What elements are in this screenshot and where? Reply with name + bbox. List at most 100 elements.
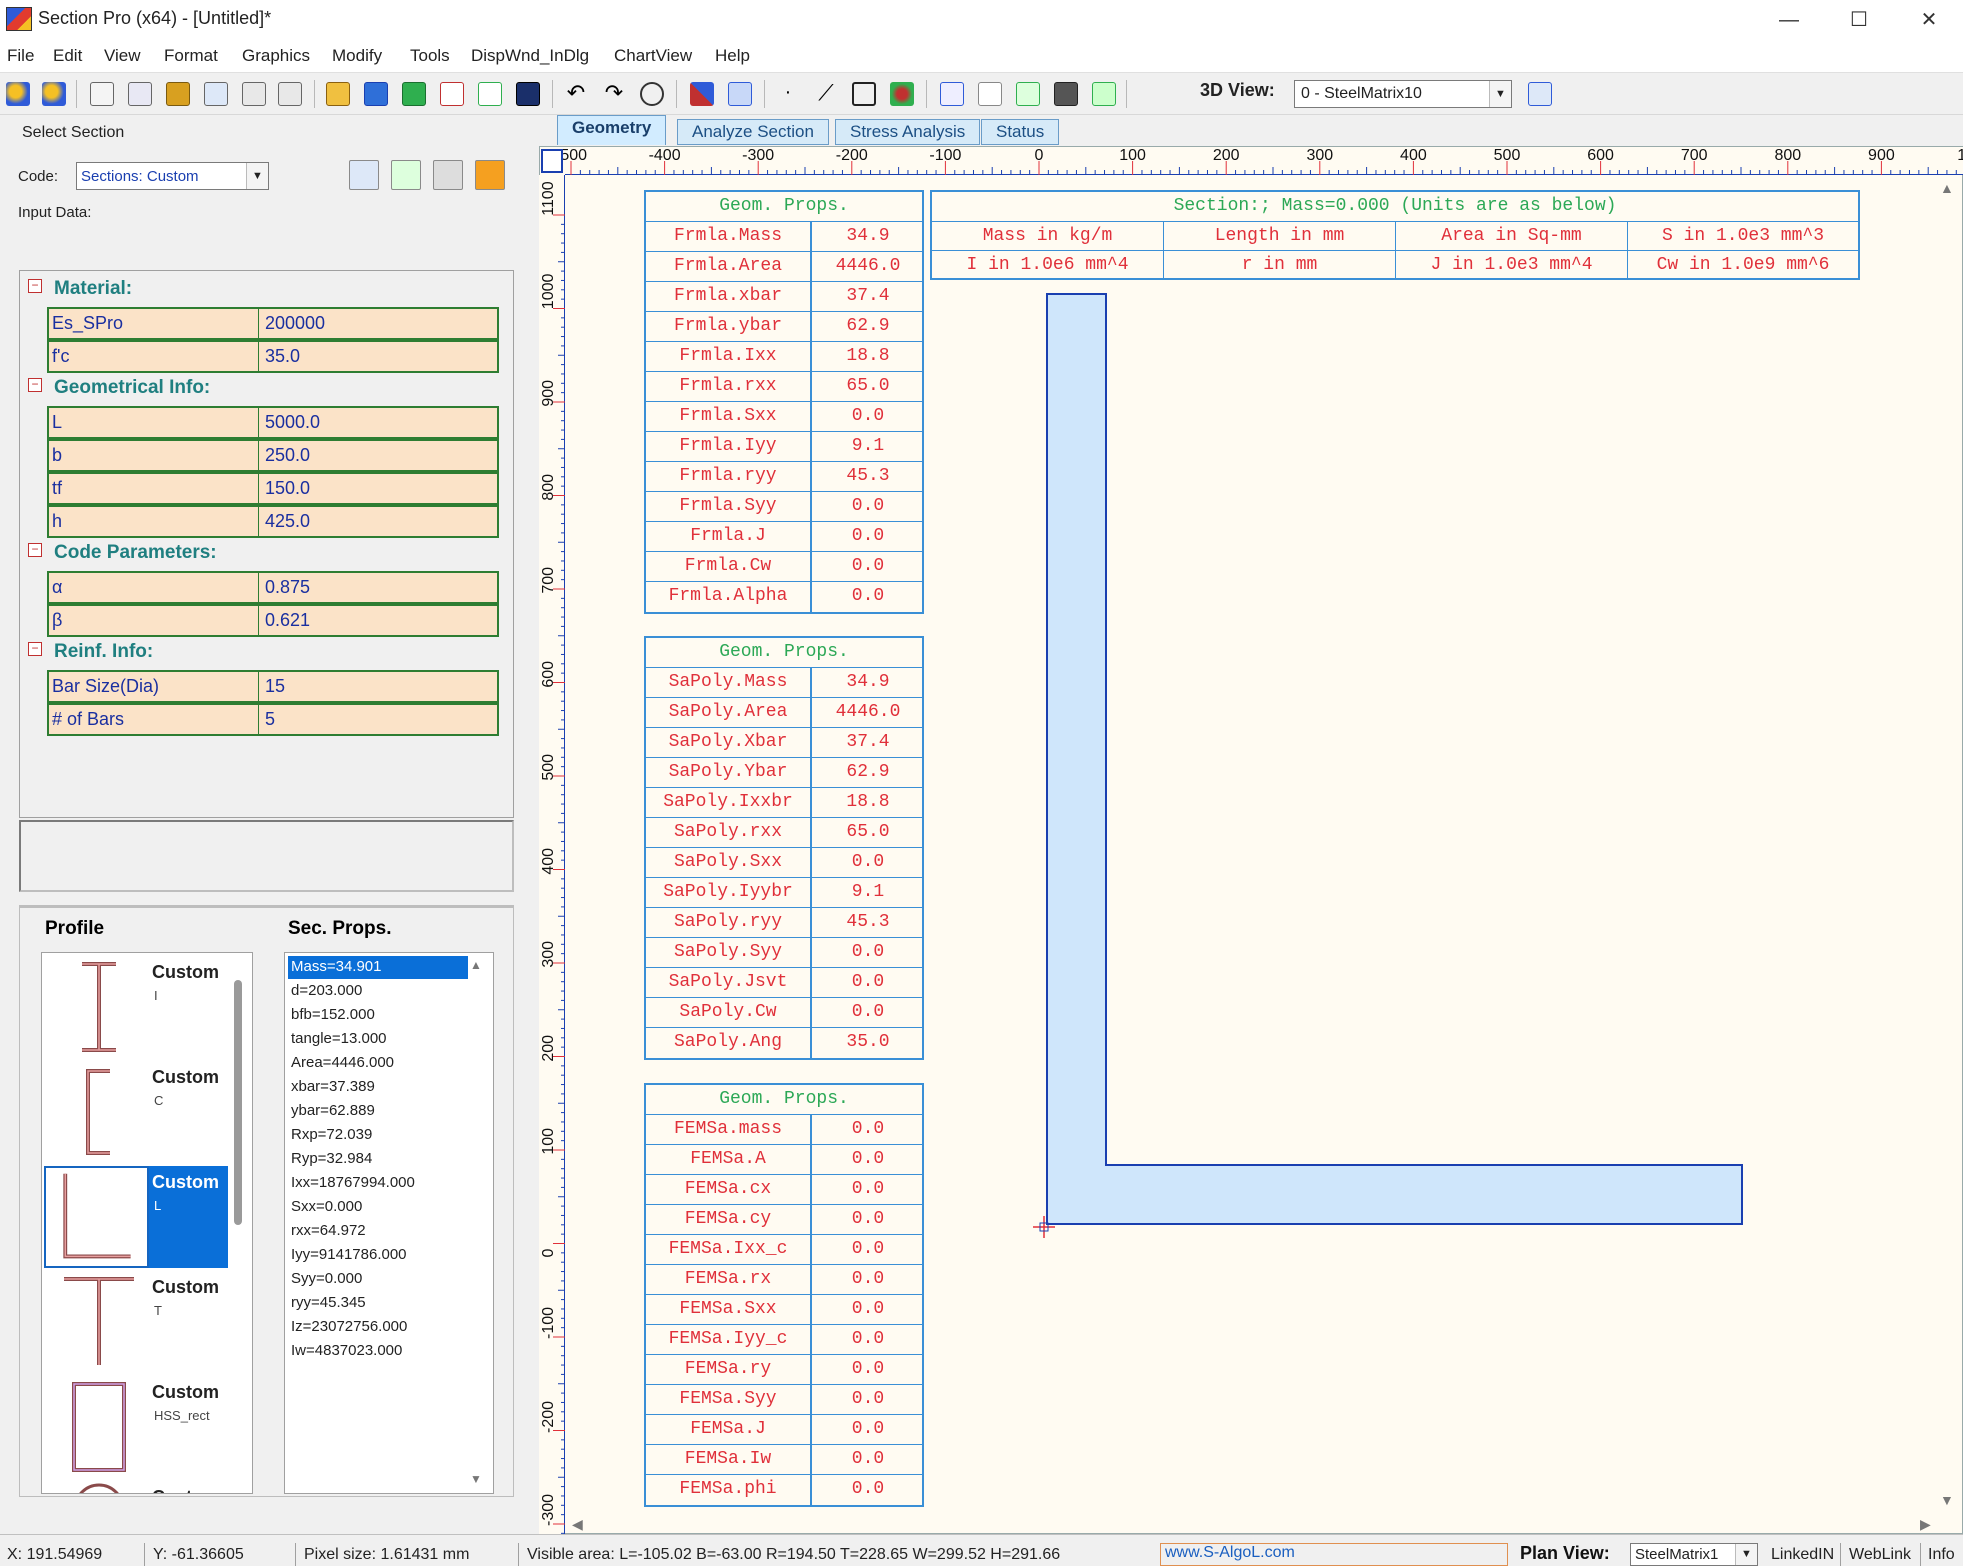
list-item[interactable]: ybar=62.889 xyxy=(288,1100,378,1123)
fit-view-icon[interactable] xyxy=(541,149,563,173)
tab-geometry[interactable]: Geometry xyxy=(557,115,667,145)
tab-analyze-section[interactable]: Analyze Section xyxy=(677,119,829,145)
info-link[interactable]: Info xyxy=(1928,1546,1955,1566)
weblink-link[interactable]: WebLink xyxy=(1849,1546,1911,1566)
menu-edit[interactable]: Edit xyxy=(53,46,82,66)
layers-icon[interactable] xyxy=(166,82,190,106)
menu-chartview[interactable]: ChartView xyxy=(614,46,692,66)
profile-scrollbar[interactable] xyxy=(234,980,242,1225)
scroll-up-icon[interactable]: ▲ xyxy=(470,958,482,972)
tab-stress-analysis[interactable]: Stress Analysis xyxy=(835,119,981,145)
prop-value[interactable]: 5 xyxy=(261,705,497,734)
undo-icon[interactable]: ↶ xyxy=(564,82,588,106)
prop-row[interactable]: α 0.875 xyxy=(47,571,499,604)
menu-dispwnd[interactable]: DispWnd_InDlg xyxy=(471,46,589,66)
prop-value[interactable]: 0.875 xyxy=(261,573,497,602)
prop-row[interactable]: # of Bars 5 xyxy=(47,703,499,736)
list-item[interactable]: Iz=23072756.000 xyxy=(288,1316,410,1339)
list-item[interactable]: Iyy=9141786.000 xyxy=(288,1244,410,1267)
zoom-icon[interactable] xyxy=(640,82,664,106)
prop-value[interactable]: 250.0 xyxy=(261,441,497,470)
view3d-select[interactable]: 0 - SteelMatrix10 ▼ xyxy=(1294,80,1512,108)
profile-item-l[interactable]: Custom L xyxy=(44,1166,228,1268)
menu-modify[interactable]: Modify xyxy=(332,46,382,66)
close-button[interactable]: ✕ xyxy=(1894,0,1963,40)
prop-value[interactable]: 35.0 xyxy=(261,342,497,371)
save-all-icon[interactable] xyxy=(1054,82,1078,106)
prop-row[interactable]: tf 150.0 xyxy=(47,472,499,505)
list-item[interactable]: xbar=37.389 xyxy=(288,1076,378,1099)
copy-icon[interactable] xyxy=(204,82,228,106)
prop-value[interactable]: 0.621 xyxy=(261,606,497,635)
select-icon[interactable] xyxy=(728,82,752,106)
list-item[interactable]: Ryp=32.984 xyxy=(288,1148,375,1171)
collapse-icon[interactable]: − xyxy=(28,378,42,392)
prop-value[interactable]: 150.0 xyxy=(261,474,497,503)
paste-button[interactable] xyxy=(433,160,463,190)
scroll-up-icon[interactable]: ▲ xyxy=(1940,180,1954,196)
menu-file[interactable]: File xyxy=(7,46,34,66)
chevron-down-icon[interactable]: ▼ xyxy=(1489,81,1511,107)
scroll-right-icon[interactable]: ▶ xyxy=(1920,1516,1931,1533)
section-calc-button[interactable] xyxy=(391,160,421,190)
prop-value[interactable]: 200000 xyxy=(261,309,497,338)
profile-item-t[interactable]: Custom T xyxy=(44,1271,228,1373)
import-icon[interactable] xyxy=(402,82,426,106)
help-button[interactable] xyxy=(475,160,505,190)
menu-view[interactable]: View xyxy=(104,46,141,66)
list-item[interactable]: ryy=45.345 xyxy=(288,1292,369,1315)
export-icon[interactable] xyxy=(1092,82,1116,106)
section-settings-button[interactable] xyxy=(349,160,379,190)
profile-item-c[interactable]: Custom C xyxy=(44,1061,228,1163)
profile-item-i[interactable]: Custom I xyxy=(44,956,228,1058)
calc-icon[interactable] xyxy=(1016,82,1040,106)
profile-list[interactable]: Custom I Custom C Custom L Custom T Cust… xyxy=(41,952,253,1494)
prop-value[interactable]: 425.0 xyxy=(261,507,497,536)
pdf-icon[interactable] xyxy=(440,82,464,106)
prop-row[interactable]: b 250.0 xyxy=(47,439,499,472)
scroll-down-icon[interactable]: ▼ xyxy=(470,1472,482,1486)
collapse-icon[interactable]: − xyxy=(28,642,42,656)
grid-icon[interactable] xyxy=(940,82,964,106)
image-icon[interactable] xyxy=(278,82,302,106)
polygon-icon[interactable] xyxy=(852,82,876,106)
collapse-icon[interactable]: − xyxy=(28,279,42,293)
list-item[interactable]: Area=4446.000 xyxy=(288,1052,397,1075)
website-link[interactable]: www.S-AlgoL.com xyxy=(1160,1543,1508,1566)
scroll-left-icon[interactable]: ◀ xyxy=(572,1516,583,1533)
prop-row[interactable]: Es_SPro 200000 xyxy=(47,307,499,340)
prop-value[interactable]: 15 xyxy=(261,672,497,701)
l-section-shape[interactable] xyxy=(1046,293,1746,1226)
list-item[interactable]: Ixx=18767994.000 xyxy=(288,1172,418,1195)
code-select[interactable]: Sections: Custom ▼ xyxy=(76,162,269,190)
secprops-list[interactable]: Mass=34.901 d=203.000 bfb=152.000 tangle… xyxy=(284,952,494,1494)
list-item[interactable]: Mass=34.901 xyxy=(288,956,468,979)
pan-icon[interactable] xyxy=(690,82,714,106)
list-icon[interactable] xyxy=(978,82,1002,106)
save-icon[interactable] xyxy=(516,82,540,106)
point-icon[interactable]: · xyxy=(776,82,800,106)
redo-icon[interactable]: ↷ xyxy=(602,82,626,106)
line-icon[interactable]: ⟋ xyxy=(814,82,838,106)
list-item[interactable]: Sxx=0.000 xyxy=(288,1196,365,1219)
scroll-down-icon[interactable]: ▼ xyxy=(1940,1492,1954,1508)
prop-row[interactable]: L 5000.0 xyxy=(47,406,499,439)
list-item[interactable]: d=203.000 xyxy=(288,980,365,1003)
planview-select[interactable]: SteelMatrix1 ▼ xyxy=(1630,1543,1758,1566)
chevron-down-icon[interactable]: ▼ xyxy=(246,163,268,189)
dxf-icon[interactable] xyxy=(364,82,388,106)
list-item[interactable]: tangle=13.000 xyxy=(288,1028,390,1051)
tab-status[interactable]: Status xyxy=(981,119,1060,145)
new-app-icon[interactable] xyxy=(42,82,66,106)
view3d-settings-icon[interactable] xyxy=(1528,82,1552,106)
collapse-icon[interactable]: − xyxy=(28,543,42,557)
excel-icon[interactable] xyxy=(478,82,502,106)
prop-value[interactable]: 5000.0 xyxy=(261,408,497,437)
sheet-icon[interactable] xyxy=(90,82,114,106)
menu-graphics[interactable]: Graphics xyxy=(242,46,310,66)
profile-item-round[interactable]: Custom xyxy=(44,1481,228,1493)
open-app-icon[interactable] xyxy=(6,82,30,106)
prop-row[interactable]: β 0.621 xyxy=(47,604,499,637)
table-icon[interactable] xyxy=(128,82,152,106)
list-item[interactable]: bfb=152.000 xyxy=(288,1004,378,1027)
